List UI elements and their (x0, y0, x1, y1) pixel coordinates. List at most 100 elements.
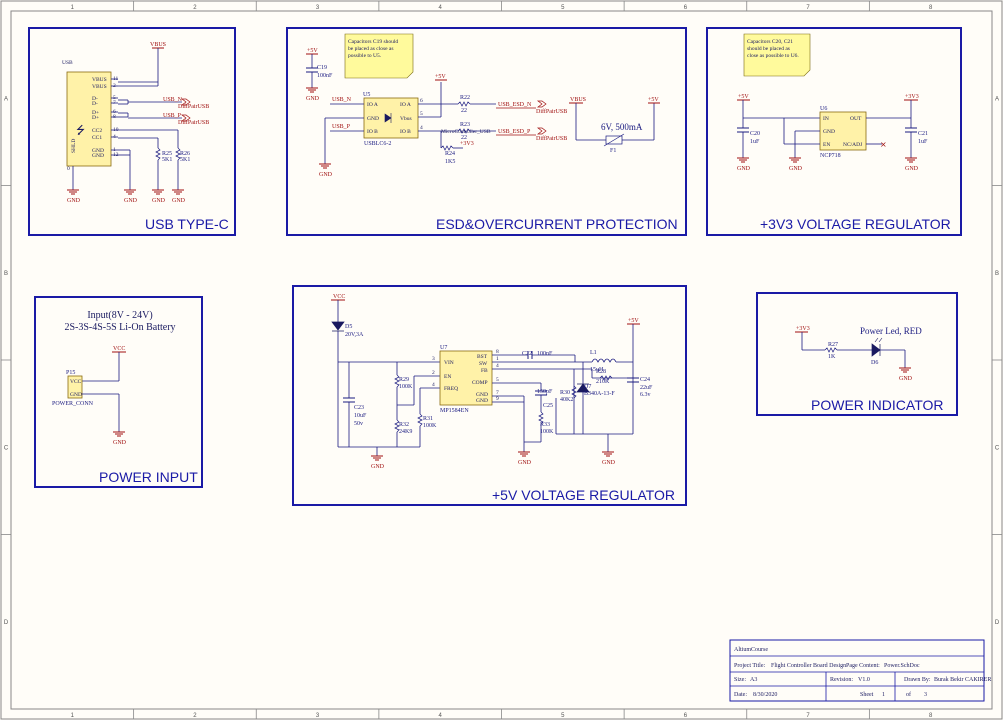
esd-note-line3: possible to U5. (348, 53, 382, 59)
ground-label: GND (319, 172, 333, 178)
ground-label: GND (518, 460, 532, 466)
v33-c21-label: C21 (918, 131, 928, 137)
ind-3v3-label: +3V3 (796, 326, 810, 332)
v5-u7-part: MP1584EN (440, 408, 469, 414)
esd-usb-n-net: USB_N (332, 97, 352, 103)
border-row-right-B: B (995, 271, 999, 277)
v5-c24-value: 22uF (640, 385, 653, 391)
v33-u6-in: IN (823, 116, 829, 122)
usb-pin-name: CC2 (92, 128, 102, 134)
border-col-top-2: 2 (193, 5, 197, 11)
tb-revision: V1.0 (858, 677, 870, 683)
v5-5v-label: +5V (628, 318, 639, 324)
esd-5v-fuse: +5V (648, 97, 659, 103)
usb-pin-name: GND (92, 153, 104, 159)
esd-u5-vbus: Vbus (400, 116, 412, 122)
esd-pin-6: 6 (420, 98, 423, 104)
tb-drawn-label: Drawn By: (904, 677, 931, 683)
tb-page-content-label: Page Content: (846, 663, 880, 669)
border-col-top-5: 5 (561, 5, 565, 11)
v5-pin-number: 4 (432, 382, 435, 388)
v5-pin-number: 5 (496, 377, 499, 383)
usb-symbol-icon: ⭍ (76, 124, 85, 137)
esd-u5-gnd: GND (367, 116, 379, 122)
v33-ground-icon: GND (789, 157, 803, 172)
ground-label: GND (737, 166, 751, 172)
v5-d5-symbol (331, 321, 345, 332)
pi-vcc-label: VCC (113, 346, 125, 352)
v33-c20-label: C20 (750, 131, 760, 137)
ground-label: GND (905, 166, 919, 172)
ground-label: GND (789, 166, 803, 172)
v5-u7-freq: FREQ (444, 386, 458, 392)
v33-ground-icon: GND (905, 157, 919, 172)
pi-p15-label: P15 (66, 370, 75, 376)
esd-u5-iob: IO B (367, 129, 378, 135)
border-row-left-C: C (4, 445, 9, 451)
ground-label: GND (602, 460, 616, 466)
v5-ic-ground-icon: GND (518, 451, 532, 466)
esd-vbus-label: VBUS (570, 97, 586, 103)
ind-d6-label: D6 (871, 360, 878, 366)
esd-u5-ioa: IO A (367, 102, 378, 108)
tb-date: 8/30/2020 (753, 692, 777, 698)
v5-pin-number: 2 (432, 370, 435, 376)
esd-fuse-value: 6V, 500mA (601, 122, 643, 132)
usb-pin-name: D+ (92, 115, 99, 121)
esd-r24-label: R24 (445, 151, 455, 157)
v5-c23-voltage: 50v (354, 421, 363, 427)
v33-5v-label: +5V (738, 94, 749, 100)
esd-block-title: ESD&OVERCURRENT PROTECTION (436, 216, 678, 232)
v5-vcc-label: VCC (333, 294, 345, 300)
v5-u7-bst: BST (477, 354, 488, 360)
border-row-left-A: A (4, 96, 8, 102)
v5-r30-value: 40K2 (560, 397, 573, 403)
v5-r33-value: 100K (540, 429, 554, 435)
esd-u5-ioa-r: IO A (400, 102, 411, 108)
esd-5v-vbus: +5V (435, 74, 446, 80)
v33-note-line3: close as possible to U6. (747, 53, 799, 59)
esd-c19-ground-icon: GND (306, 87, 320, 102)
v33-u6-gnd: GND (823, 129, 835, 135)
usb-pin-name: VBUS (92, 77, 107, 83)
v33-u6-label: U6 (820, 106, 827, 112)
esd-u5-ground-icon: GND (319, 163, 333, 178)
v33-block-title: +3V3 VOLTAGE REGULATOR (760, 216, 951, 232)
border-row-left-B: B (4, 271, 8, 277)
border-col-bottom-6: 6 (684, 713, 688, 719)
tb-date-label: Date: (734, 692, 747, 698)
border-col-bottom-1: 1 (71, 713, 75, 719)
v5-l1-label: L1 (590, 350, 597, 356)
ind-r27-value: 1K (828, 354, 836, 360)
esd-diff2: DiffPairUSB (536, 135, 567, 142)
usb-ground-icon: GND (67, 189, 81, 204)
border-row-left-D: D (4, 620, 9, 626)
usb-vbus-label: VBUS (150, 42, 166, 48)
v5-u7-fb: FB (481, 368, 488, 374)
esd-pin-4: 4 (420, 125, 423, 131)
ind-led-label: Power Led, RED (860, 326, 922, 336)
v33-note-line1: Capacitors C20, C21 (747, 39, 793, 45)
esd-note-line1: Capacitors C19 should (348, 39, 398, 45)
border-row-right-D: D (995, 620, 1000, 626)
v5-r29-value: 100K (399, 384, 413, 390)
tb-project-title: Flight Controller Board Design (771, 663, 846, 669)
esd-c19-label: C19 (317, 65, 327, 71)
v5-c25-label: C25 (543, 403, 553, 409)
tb-sheet-label: Sheet (860, 692, 874, 698)
tb-size-label: Size: (734, 677, 746, 683)
v5-pin-number: 9 (496, 396, 499, 402)
ind-led-icon (871, 343, 881, 357)
border-col-top-1: 1 (71, 5, 75, 11)
tb-of-label: of (906, 691, 911, 698)
v5-c24-voltage: 6.3v (640, 392, 651, 398)
v5-u7-en: EN (444, 374, 451, 380)
usb-ground-icon: GND (172, 189, 186, 204)
v5-r33-label: R33 (540, 422, 550, 428)
esd-5v-label: +5V (307, 48, 318, 54)
border-col-bottom-2: 2 (193, 713, 197, 719)
usb-pin-name: CC1 (92, 135, 102, 141)
v33-c21-value: 1uF (918, 139, 928, 145)
schematic-sheet: 1122334455667788A AB BC CD D USB TYPE-C VBUS… (0, 0, 1003, 720)
v33-u6-part: NCP718 (820, 153, 841, 159)
